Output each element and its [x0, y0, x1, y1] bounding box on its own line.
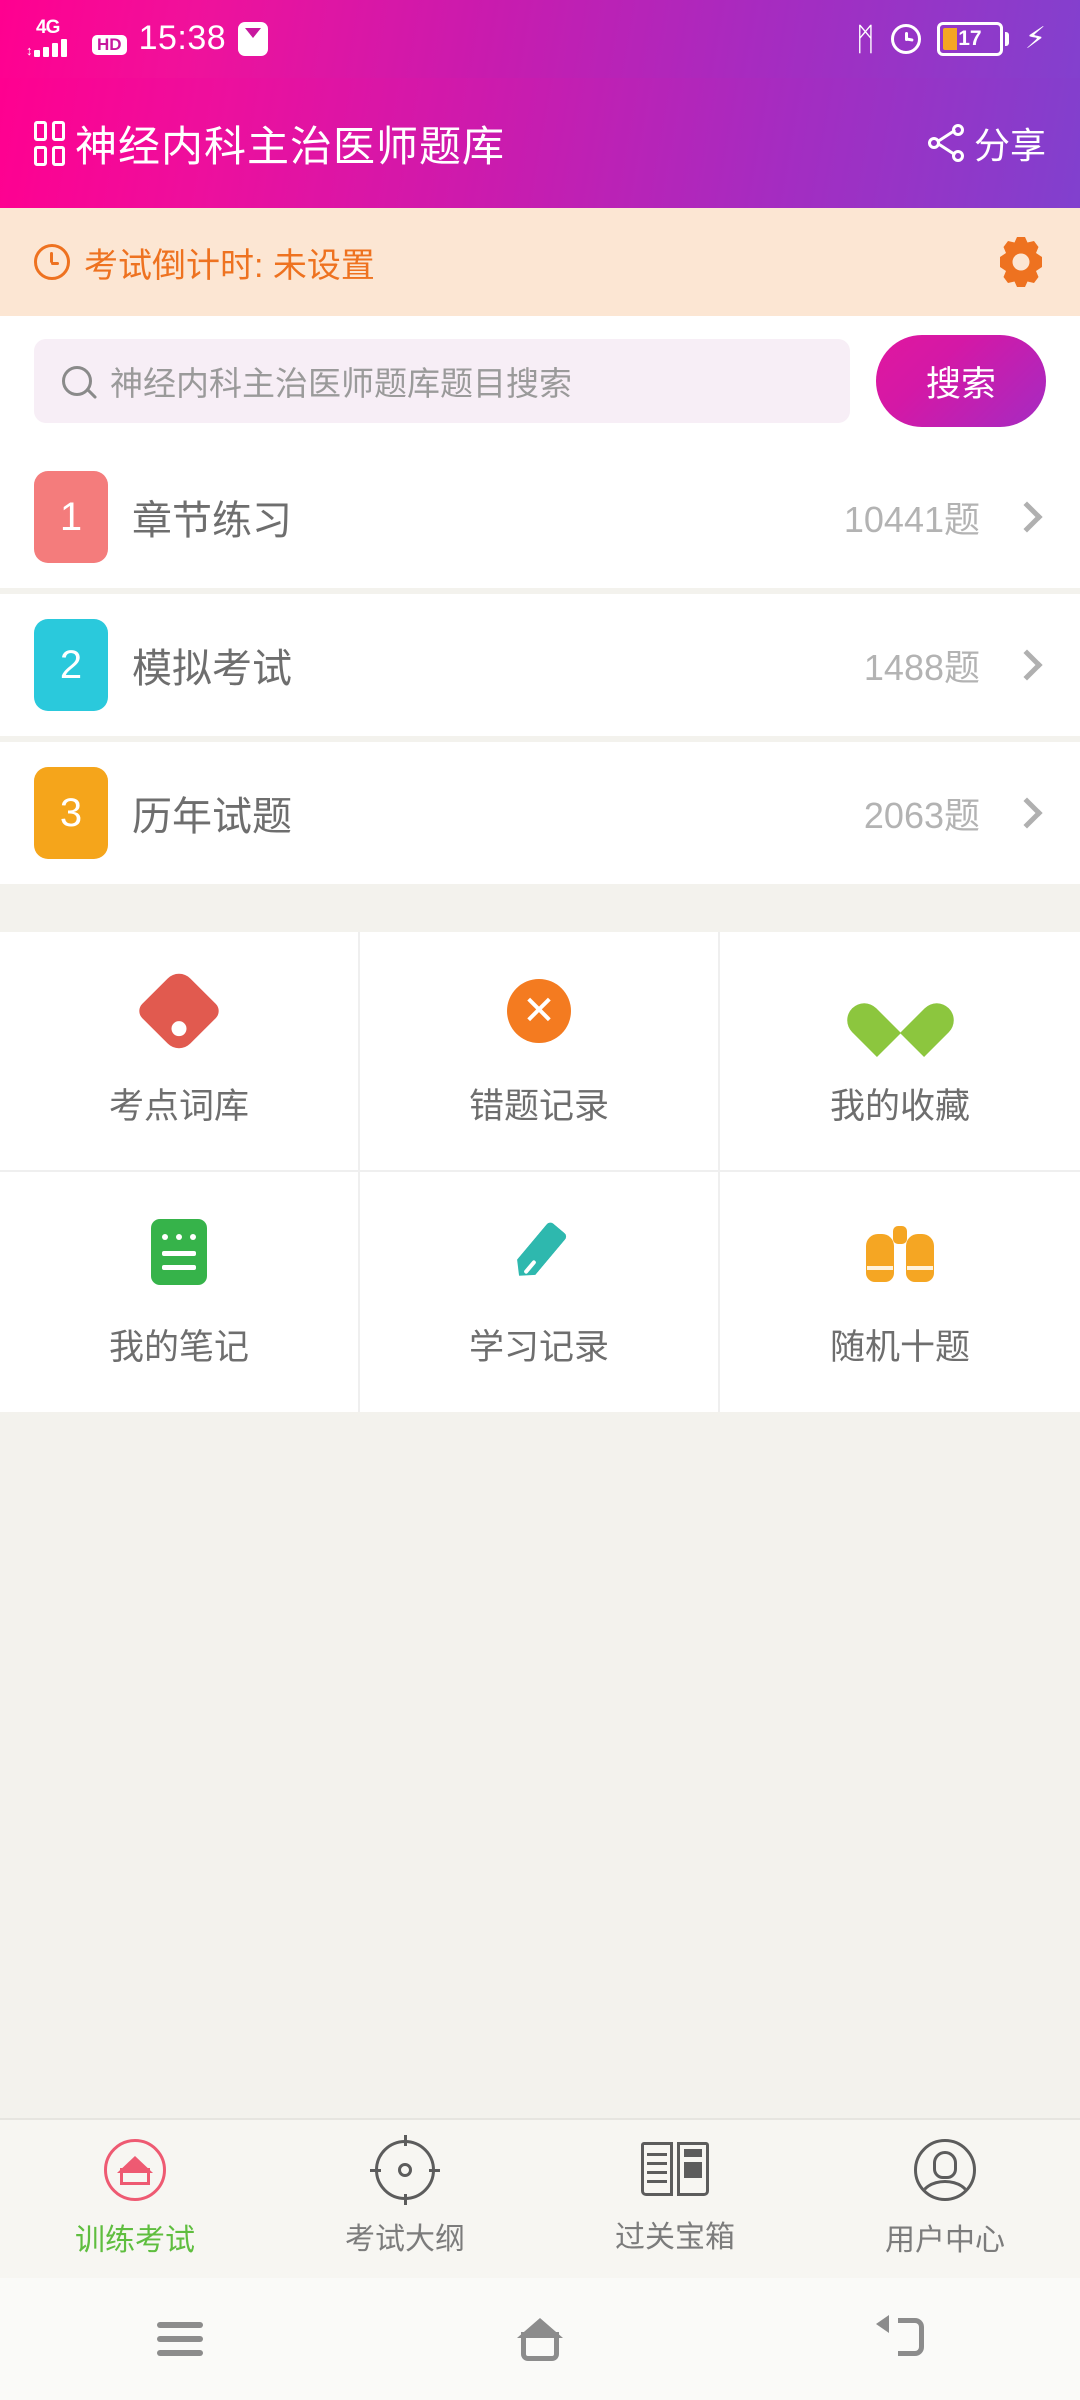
pencil-icon: [502, 1215, 576, 1289]
home-icon[interactable]: [517, 2316, 563, 2362]
status-bar-right: ᛗ 17 ⚡: [856, 22, 1046, 56]
chevron-right-icon: [1011, 649, 1043, 681]
phone-screen: 4G ↕ HD 15:38 ᛗ 17 ⚡ 神经内科主治医师题库 分享 考试倒计时…: [0, 0, 1080, 2400]
search-input[interactable]: 神经内科主治医师题库题目搜索: [34, 339, 850, 423]
shortcut-label: 随机十题: [829, 1327, 970, 1367]
list-item-number: 1: [34, 471, 108, 563]
home-circle-icon: [104, 2139, 166, 2201]
list-item-label: 模拟考试: [132, 647, 292, 691]
shortcut-label: 考点词库: [108, 1086, 249, 1126]
share-button[interactable]: 分享: [927, 117, 1046, 169]
search-icon: [62, 366, 92, 396]
share-icon: [927, 124, 966, 162]
content-filler: [0, 1412, 1080, 2118]
hd-badge: HD: [92, 35, 127, 55]
tab-label: 过关宝箱: [615, 2221, 735, 2254]
chevron-right-icon: [1011, 501, 1043, 533]
search-button[interactable]: 搜索: [876, 335, 1046, 427]
shortcut-label: 学习记录: [468, 1327, 609, 1367]
page-title: 神经内科主治医师题库: [75, 122, 506, 170]
tab-exam-outline[interactable]: 考试大纲: [270, 2135, 540, 2258]
shortcut-grid: 考点词库 ✕ 错题记录 我的收藏 我的笔记 学习记录 随机十题: [0, 932, 1080, 1412]
note-icon: [142, 1215, 216, 1289]
section-spacer: [0, 884, 1080, 932]
shortcut-cuoti-jilu[interactable]: ✕ 错题记录: [360, 932, 720, 1172]
tag-icon: [135, 966, 223, 1055]
grid-icon[interactable]: [34, 120, 65, 166]
tab-training-exam[interactable]: 训练考试: [0, 2139, 270, 2259]
android-nav-bar: [0, 2278, 1080, 2400]
status-bar: 4G ↕ HD 15:38 ᛗ 17 ⚡: [0, 0, 1080, 78]
search-placeholder: 神经内科主治医师题库题目搜索: [110, 365, 572, 402]
shortcut-kaodian-cidian[interactable]: 考点词库: [0, 932, 360, 1172]
shortcut-wode-biji[interactable]: 我的笔记: [0, 1172, 360, 1412]
battery-indicator: 17: [936, 22, 1009, 56]
tab-label: 考试大纲: [345, 2223, 465, 2256]
signal-icon: 4G ↕: [26, 17, 80, 59]
chevron-right-icon: [1011, 797, 1043, 829]
status-clock: 15:38: [138, 19, 227, 57]
tab-user-center[interactable]: 用户中心: [810, 2139, 1080, 2259]
tab-pass-treasure-box[interactable]: 过关宝箱: [540, 2142, 810, 2256]
list-item-number: 2: [34, 619, 108, 711]
list-item-count: 10441题: [843, 499, 980, 540]
charging-icon: ⚡: [1024, 22, 1046, 55]
newspaper-icon: [641, 2142, 709, 2198]
tab-label: 训练考试: [75, 2224, 195, 2257]
settings-gear-button[interactable]: [996, 237, 1046, 287]
list-item[interactable]: 1 章节练习 10441题: [0, 446, 1080, 588]
status-bar-left: 4G ↕ HD 15:38: [26, 17, 269, 59]
message-icon: [238, 22, 269, 56]
exam-countdown-banner[interactable]: 考试倒计时: 未设置: [0, 208, 1080, 316]
list-item-count: 2063题: [863, 795, 980, 836]
signal-bars-icon: [34, 39, 67, 57]
list-item-label: 章节练习: [132, 499, 292, 543]
binoculars-icon: [863, 1215, 937, 1289]
shortcut-label: 错题记录: [468, 1086, 609, 1126]
close-circle-icon: ✕: [502, 974, 576, 1048]
target-icon: [370, 2135, 440, 2205]
exam-countdown-label: 考试倒计时: 未设置: [84, 246, 375, 285]
list-item[interactable]: 3 历年试题 2063题: [0, 742, 1080, 884]
battery-level-label: 17: [958, 27, 982, 50]
bluetooth-icon: ᛗ: [855, 21, 875, 57]
heart-icon: [863, 974, 937, 1048]
network-type-label: 4G: [36, 17, 60, 38]
app-header: 神经内科主治医师题库 分享: [0, 78, 1080, 208]
back-icon[interactable]: [876, 2315, 924, 2360]
menu-icon[interactable]: [157, 2322, 203, 2356]
list-item-count: 1488题: [863, 647, 980, 688]
data-arrows-icon: ↕: [26, 43, 33, 58]
list-item[interactable]: 2 模拟考试 1488题: [0, 594, 1080, 736]
shortcut-label: 我的笔记: [108, 1327, 249, 1367]
search-row: 神经内科主治医师题库题目搜索 搜索: [0, 316, 1080, 446]
shortcut-wode-shoucang[interactable]: 我的收藏: [720, 932, 1080, 1172]
list-item-label: 历年试题: [132, 795, 292, 839]
bottom-tab-bar: 训练考试 考试大纲 过关宝箱 用户中心: [0, 2118, 1080, 2278]
list-item-number: 3: [34, 767, 108, 859]
alarm-icon: [890, 24, 921, 54]
tab-label: 用户中心: [885, 2224, 1005, 2257]
user-circle-icon: [914, 2139, 976, 2201]
shortcut-suiji-shiti[interactable]: 随机十题: [720, 1172, 1080, 1412]
shortcut-xuexi-jilu[interactable]: 学习记录: [360, 1172, 720, 1412]
clock-icon: [34, 244, 70, 280]
shortcut-label: 我的收藏: [829, 1086, 970, 1126]
share-label: 分享: [973, 125, 1046, 166]
